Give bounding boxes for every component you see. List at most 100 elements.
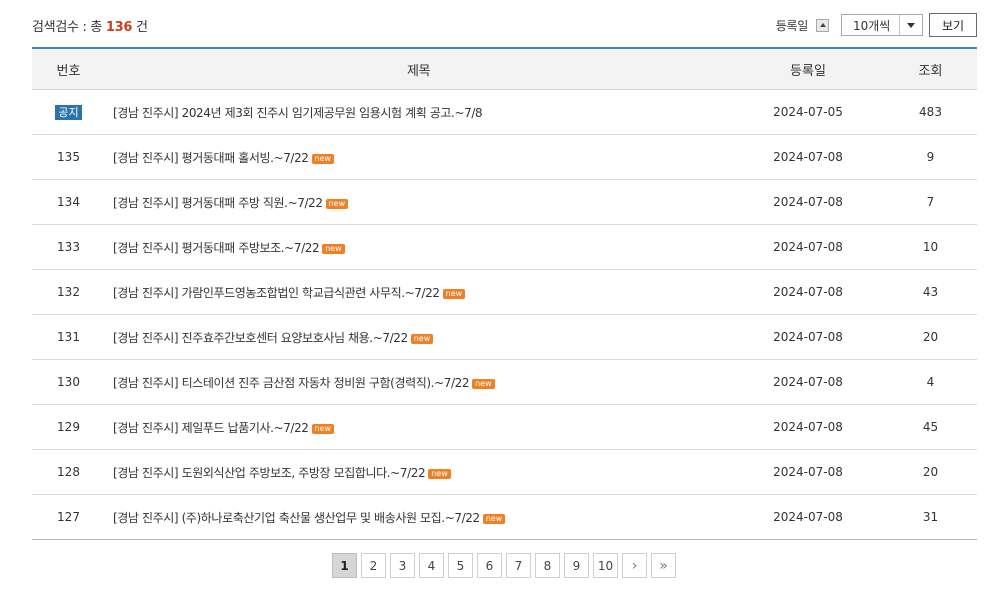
table-row[interactable]: 공지 [경남 진주시] 2024년 제3회 진주시 임기제공무원 임용시험 계획 … [32, 90, 977, 135]
triangle-up-icon [819, 23, 826, 27]
post-title-link[interactable]: [경남 진주시] 티스테이션 진주 금산점 자동차 정비원 구함(경력직).~7… [113, 376, 469, 390]
row-title-cell: [경남 진주시] 진주효주간보호센터 요양보호사님 채용.~7/22 new [105, 329, 732, 346]
post-title-link[interactable]: [경남 진주시] 제일푸드 납품기사.~7/22 [113, 421, 309, 435]
table-row[interactable]: 129 [경남 진주시] 제일푸드 납품기사.~7/22 new 2024-07-08… [32, 405, 977, 450]
row-views: 45 [922, 420, 939, 434]
page-link[interactable]: 10 [593, 553, 618, 578]
page-link[interactable]: 7 [506, 553, 531, 578]
new-badge: new [472, 378, 495, 389]
post-title-link[interactable]: [경남 진주시] 2024년 제3회 진주시 임기제공무원 임용시험 계획 공고… [113, 106, 483, 120]
table-header: 번호 제목 등록일 조회 [32, 49, 977, 90]
row-views: 7 [926, 195, 935, 209]
page-link[interactable]: 8 [535, 553, 560, 578]
row-date: 2024-07-08 [773, 330, 843, 344]
row-views: 483 [919, 105, 942, 119]
row-title-cell: [경남 진주시] 티스테이션 진주 금산점 자동차 정비원 구함(경력직).~7… [105, 374, 732, 391]
row-number: 133 [57, 240, 80, 254]
view-button[interactable]: 보기 [929, 13, 977, 37]
next-page-button[interactable]: › [622, 553, 647, 578]
sort-ascending-button[interactable] [816, 18, 829, 32]
row-number: 128 [57, 465, 80, 479]
row-title-cell: [경남 진주시] 평거동대패 주방보조.~7/22 new [105, 239, 732, 256]
row-views: 4 [926, 375, 935, 389]
per-page-value: 10개씩 [853, 18, 891, 33]
table-row[interactable]: 127 [경남 진주시] (주)하나로축산기업 축산물 생산업무 및 배송사원 모… [32, 495, 977, 539]
row-title-cell: [경남 진주시] (주)하나로축산기업 축산물 생산업무 및 배송사원 모집.~… [105, 509, 732, 526]
page-link[interactable]: 2 [361, 553, 386, 578]
pagination: 1 2 3 4 5 6 7 8 9 10 ›» [332, 553, 680, 578]
post-title-link[interactable]: [경남 진주시] 도원외식산업 주방보조, 주방장 모집합니다.~7/22 [113, 466, 426, 480]
new-badge: new [322, 243, 345, 254]
row-number: 132 [57, 285, 80, 299]
row-title-cell: [경남 진주시] 도원외식산업 주방보조, 주방장 모집합니다.~7/22 new [105, 464, 732, 481]
row-date: 2024-07-08 [773, 240, 843, 254]
post-title-link[interactable]: [경남 진주시] 가람인푸드영농조합법인 학교급식관련 사무직.~7/22 [113, 286, 440, 300]
row-title-cell: [경남 진주시] 평거동대패 홀서빙.~7/22 new [105, 149, 732, 166]
column-header-date: 등록일 [790, 63, 826, 79]
row-views: 10 [922, 240, 939, 254]
row-date: 2024-07-08 [773, 510, 843, 524]
result-count: 검색검수 : 총 136 건 [32, 16, 148, 35]
row-title-cell: [경남 진주시] 2024년 제3회 진주시 임기제공무원 임용시험 계획 공고… [105, 104, 732, 121]
row-title-cell: [경남 진주시] 가람인푸드영농조합법인 학교급식관련 사무직.~7/22 new [105, 284, 732, 301]
dropdown-arrow[interactable] [899, 15, 922, 35]
page-link[interactable]: 4 [419, 553, 444, 578]
result-count-number: 136 [105, 20, 133, 35]
row-views: 20 [922, 465, 939, 479]
post-title-link[interactable]: [경남 진주시] (주)하나로축산기업 축산물 생산업무 및 배송사원 모집.~… [113, 511, 480, 525]
post-title-link[interactable]: [경남 진주시] 평거동대패 주방보조.~7/22 [113, 241, 320, 255]
row-date: 2024-07-08 [773, 375, 843, 389]
page-current[interactable]: 1 [332, 553, 357, 578]
row-date: 2024-07-08 [773, 285, 843, 299]
new-badge: new [442, 288, 466, 299]
table-row[interactable]: 132 [경남 진주시] 가람인푸드영농조합법인 학교급식관련 사무직.~7/22… [32, 270, 977, 315]
table-row[interactable]: 134 [경남 진주시] 평거동대패 주방 직원.~7/22 new 2024-07-… [32, 180, 977, 225]
row-number: 127 [57, 510, 80, 524]
new-badge: new [428, 468, 451, 479]
board-toolbar: 검색검수 : 총 136 건 등록일 10개씩 보기 [32, 12, 977, 38]
row-number: 130 [57, 375, 80, 389]
row-date: 2024-07-08 [773, 465, 843, 479]
sort-label: 등록일 [775, 18, 809, 33]
row-number: 135 [57, 150, 80, 164]
table-row[interactable]: 128 [경남 진주시] 도원외식산업 주방보조, 주방장 모집합니다.~7/22… [32, 450, 977, 495]
per-page-select[interactable]: 10개씩 [841, 14, 923, 36]
row-views: 9 [926, 150, 935, 164]
column-header-no: 번호 [56, 63, 81, 79]
row-views: 43 [922, 285, 939, 299]
new-badge: new [311, 423, 335, 434]
row-number: 공지 [32, 104, 105, 120]
new-badge: new [311, 153, 335, 164]
page-link[interactable]: 6 [477, 553, 502, 578]
row-number: 134 [57, 195, 80, 209]
table-row[interactable]: 130 [경남 진주시] 티스테이션 진주 금산점 자동차 정비원 구함(경력직)… [32, 360, 977, 405]
chevron-down-icon [907, 22, 915, 28]
table-row[interactable]: 131 [경남 진주시] 진주효주간보호센터 요양보호사님 채용.~7/22 new… [32, 315, 977, 360]
row-views: 31 [922, 510, 939, 524]
row-date: 2024-07-08 [773, 420, 843, 434]
table-row[interactable]: 135 [경남 진주시] 평거동대패 홀서빙.~7/22 new 2024-07-08… [32, 135, 977, 180]
new-badge: new [482, 513, 506, 524]
row-number: 131 [57, 330, 80, 344]
column-header-title: 제목 [406, 63, 431, 79]
last-page-button[interactable]: » [651, 553, 676, 578]
table-row[interactable]: 133 [경남 진주시] 평거동대패 주방보조.~7/22 new 2024-07-0… [32, 225, 977, 270]
post-title-link[interactable]: [경남 진주시] 평거동대패 주방 직원.~7/22 [113, 196, 323, 210]
page-link[interactable]: 5 [448, 553, 473, 578]
row-date: 2024-07-08 [773, 150, 843, 164]
row-date: 2024-07-05 [773, 105, 843, 119]
new-badge: new [325, 198, 349, 209]
board-page: 검색검수 : 총 136 건 등록일 10개씩 보기 번호 제목 등록일 조회 … [0, 0, 1000, 614]
page-link[interactable]: 9 [564, 553, 589, 578]
row-date: 2024-07-08 [773, 195, 843, 209]
row-number: 129 [57, 420, 80, 434]
result-count-suffix: 건 [132, 20, 148, 35]
row-title-cell: [경남 진주시] 평거동대패 주방 직원.~7/22 new [105, 194, 732, 211]
result-count-prefix: 검색검수 : 총 [32, 20, 106, 35]
post-title-link[interactable]: [경남 진주시] 평거동대패 홀서빙.~7/22 [113, 151, 309, 165]
board-table: 번호 제목 등록일 조회 공지 [경남 진주시] 2024년 제3회 진주시 임기… [32, 47, 977, 540]
post-title-link[interactable]: [경남 진주시] 진주효주간보호센터 요양보호사님 채용.~7/22 [113, 331, 408, 345]
list-controls: 등록일 10개씩 보기 [776, 12, 977, 38]
page-link[interactable]: 3 [390, 553, 415, 578]
row-title-cell: [경남 진주시] 제일푸드 납품기사.~7/22 new [105, 419, 732, 436]
